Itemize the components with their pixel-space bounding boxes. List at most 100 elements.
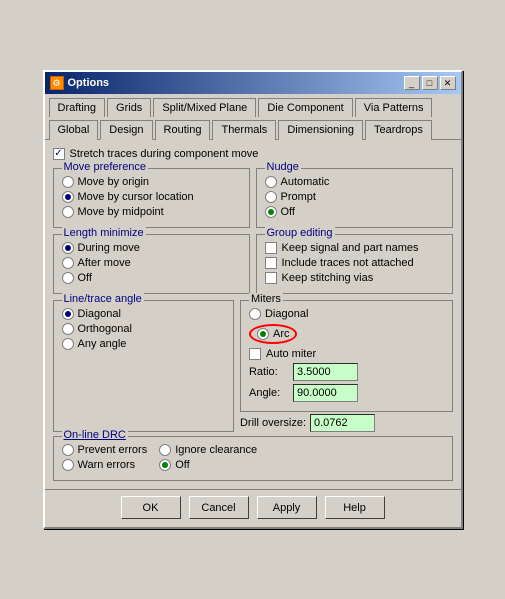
ratio-label: Ratio: <box>249 366 289 378</box>
move-midpoint-radio[interactable] <box>62 206 74 218</box>
miters-box: Miters Diagonal Arc Auto miter <box>240 300 453 412</box>
ge-include-traces-checkbox[interactable] <box>265 257 277 269</box>
nudge-off-item: Off <box>265 206 444 218</box>
tab-global[interactable]: Global <box>49 120 99 140</box>
drc-off-label: Off <box>175 459 189 471</box>
angle-row: Angle: <box>249 384 444 402</box>
drc-options: Prevent errors Warn errors Ignore cleara… <box>62 441 444 474</box>
tab-die-component[interactable]: Die Component <box>258 98 352 117</box>
length-minimize-label: Length minimize <box>62 227 146 239</box>
top-two-col: Move preference Move by origin Move by c… <box>53 168 453 228</box>
ge-keep-stitch-label: Keep stitching vias <box>282 272 374 284</box>
window-title: Options <box>68 77 110 89</box>
drc-ignore-item: Ignore clearance <box>159 444 257 456</box>
tab-grids[interactable]: Grids <box>107 98 151 117</box>
drc-prevent-label: Prevent errors <box>78 444 148 456</box>
nudge-auto-label: Automatic <box>281 176 330 188</box>
ge-keep-stitch-checkbox[interactable] <box>265 272 277 284</box>
nudge-auto-item: Automatic <box>265 176 444 188</box>
drc-ignore-label: Ignore clearance <box>175 444 257 456</box>
tab-via-patterns[interactable]: Via Patterns <box>355 98 433 117</box>
lt-anyangle-label: Any angle <box>78 338 127 350</box>
lt-orthogonal-radio[interactable] <box>62 323 74 335</box>
move-midpoint-label: Move by midpoint <box>78 206 164 218</box>
miters-arc-radio[interactable] <box>257 328 269 340</box>
close-button[interactable]: ✕ <box>440 76 456 90</box>
lm-during-label: During move <box>78 242 140 254</box>
lm-off-item: Off <box>62 272 241 284</box>
tab-dimensioning[interactable]: Dimensioning <box>278 120 363 140</box>
miters-arc-highlight-row: Arc <box>249 323 444 345</box>
stretch-checkbox[interactable] <box>53 148 65 160</box>
titlebar: ⚙ Options _ □ ✕ <box>45 72 461 94</box>
auto-miter-item: Auto miter <box>249 348 444 360</box>
nudge-prompt-radio[interactable] <box>265 191 277 203</box>
lt-diagonal-item: Diagonal <box>62 308 225 320</box>
move-cursor-radio[interactable] <box>62 191 74 203</box>
ge-include-traces-item: Include traces not attached <box>265 257 444 269</box>
help-button[interactable]: Help <box>325 496 385 519</box>
content-area: Stretch traces during component move Mov… <box>45 140 461 489</box>
angle-input[interactable] <box>293 384 358 402</box>
drc-prevent-radio[interactable] <box>62 444 74 456</box>
tab-teardrops[interactable]: Teardrops <box>365 120 432 140</box>
ratio-input[interactable] <box>293 363 358 381</box>
nudge-auto-radio[interactable] <box>265 176 277 188</box>
mid-two-col: Length minimize During move After move O… <box>53 234 453 294</box>
drc-off-radio[interactable] <box>159 459 171 471</box>
cancel-button[interactable]: Cancel <box>189 496 249 519</box>
tab-split-mixed-plane[interactable]: Split/Mixed Plane <box>153 98 256 117</box>
ge-keep-signal-label: Keep signal and part names <box>282 242 419 254</box>
lm-after-item: After move <box>62 257 241 269</box>
drill-oversize-row: Drill oversize: <box>240 414 453 432</box>
nudge-box: Nudge Automatic Prompt Off <box>256 168 453 228</box>
move-origin-radio[interactable] <box>62 176 74 188</box>
drc-warn-label: Warn errors <box>78 459 136 471</box>
ok-button[interactable]: OK <box>121 496 181 519</box>
tab-routing[interactable]: Routing <box>155 120 211 140</box>
lm-during-radio[interactable] <box>62 242 74 254</box>
tabs-row1: Drafting Grids Split/Mixed Plane Die Com… <box>45 94 461 116</box>
lm-after-radio[interactable] <box>62 257 74 269</box>
drc-label: On-line DRC <box>62 429 128 441</box>
drc-off-item: Off <box>159 459 257 471</box>
miters-container: Miters Diagonal Arc Auto miter <box>240 300 453 432</box>
nudge-off-radio[interactable] <box>265 206 277 218</box>
tabs-row2: Global Design Routing Thermals Dimension… <box>45 116 461 139</box>
minimize-button[interactable]: _ <box>404 76 420 90</box>
drc-prevent-item: Prevent errors <box>62 444 148 456</box>
window-icon: ⚙ <box>50 76 64 90</box>
length-minimize-box: Length minimize During move After move O… <box>53 234 250 294</box>
miters-arc-label: Arc <box>273 328 290 340</box>
group-editing-box: Group editing Keep signal and part names… <box>256 234 453 294</box>
ge-keep-signal-checkbox[interactable] <box>265 242 277 254</box>
nudge-prompt-label: Prompt <box>281 191 316 203</box>
lt-anyangle-radio[interactable] <box>62 338 74 350</box>
lm-after-label: After move <box>78 257 131 269</box>
drc-warn-item: Warn errors <box>62 459 148 471</box>
tab-thermals[interactable]: Thermals <box>212 120 276 140</box>
move-preference-box: Move preference Move by origin Move by c… <box>53 168 250 228</box>
ge-keep-signal-item: Keep signal and part names <box>265 242 444 254</box>
ge-include-traces-label: Include traces not attached <box>282 257 414 269</box>
maximize-button[interactable]: □ <box>422 76 438 90</box>
lt-diagonal-label: Diagonal <box>78 308 121 320</box>
titlebar-buttons: _ □ ✕ <box>404 76 456 90</box>
drc-ignore-radio[interactable] <box>159 444 171 456</box>
drc-warn-radio[interactable] <box>62 459 74 471</box>
move-cursor-label: Move by cursor location <box>78 191 194 203</box>
drc-col1: Prevent errors Warn errors <box>62 441 148 474</box>
tab-design[interactable]: Design <box>100 120 152 140</box>
lt-orthogonal-item: Orthogonal <box>62 323 225 335</box>
line-trace-label: Line/trace angle <box>62 293 144 305</box>
bottom-row: Line/trace angle Diagonal Orthogonal Any… <box>53 300 453 432</box>
tab-drafting[interactable]: Drafting <box>49 98 106 117</box>
lm-off-radio[interactable] <box>62 272 74 284</box>
auto-miter-checkbox[interactable] <box>249 348 261 360</box>
move-origin-item: Move by origin <box>62 176 241 188</box>
stretch-label: Stretch traces during component move <box>70 148 259 160</box>
drill-oversize-input[interactable] <box>310 414 375 432</box>
lt-diagonal-radio[interactable] <box>62 308 74 320</box>
miters-diagonal-radio[interactable] <box>249 308 261 320</box>
apply-button[interactable]: Apply <box>257 496 317 519</box>
